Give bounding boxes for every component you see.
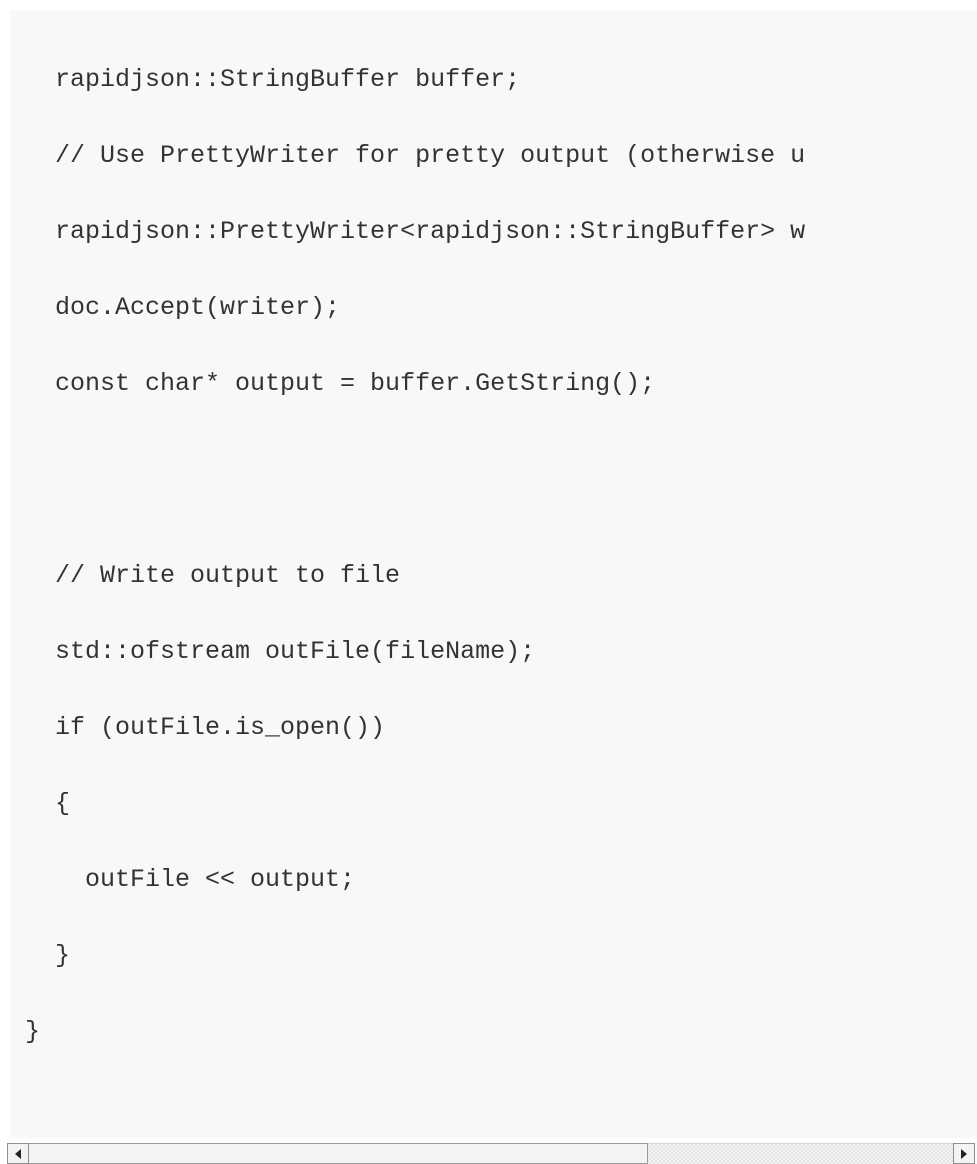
code-line: std::ofstream outFile(fileName); [10,637,536,666]
scroll-left-button[interactable] [7,1143,29,1164]
scroll-thumb[interactable] [29,1143,649,1164]
code-line: rapidjson::StringBuffer buffer; [10,65,521,94]
code-line: } [10,1017,41,1046]
code-line: doc.Accept(writer); [10,293,341,322]
arrow-right-icon [961,1148,967,1159]
scroll-right-button[interactable] [953,1143,975,1164]
code-line: { [10,789,71,818]
scroll-track[interactable] [29,1143,953,1164]
code-line: if (outFile.is_open()) [10,713,386,742]
code-line: outFile << output; [10,865,356,894]
code-line: // Use PrettyWriter for pretty output (o… [10,141,806,170]
horizontal-scrollbar[interactable] [0,1138,977,1164]
code-line: // Write output to file [10,561,401,590]
code-line: } [10,941,71,970]
code-block: rapidjson::StringBuffer buffer; // Use P… [10,10,977,1138]
arrow-left-icon [15,1148,21,1159]
code-line: rapidjson::PrettyWriter<rapidjson::Strin… [10,217,806,246]
code-line: const char* output = buffer.GetString(); [10,369,656,398]
